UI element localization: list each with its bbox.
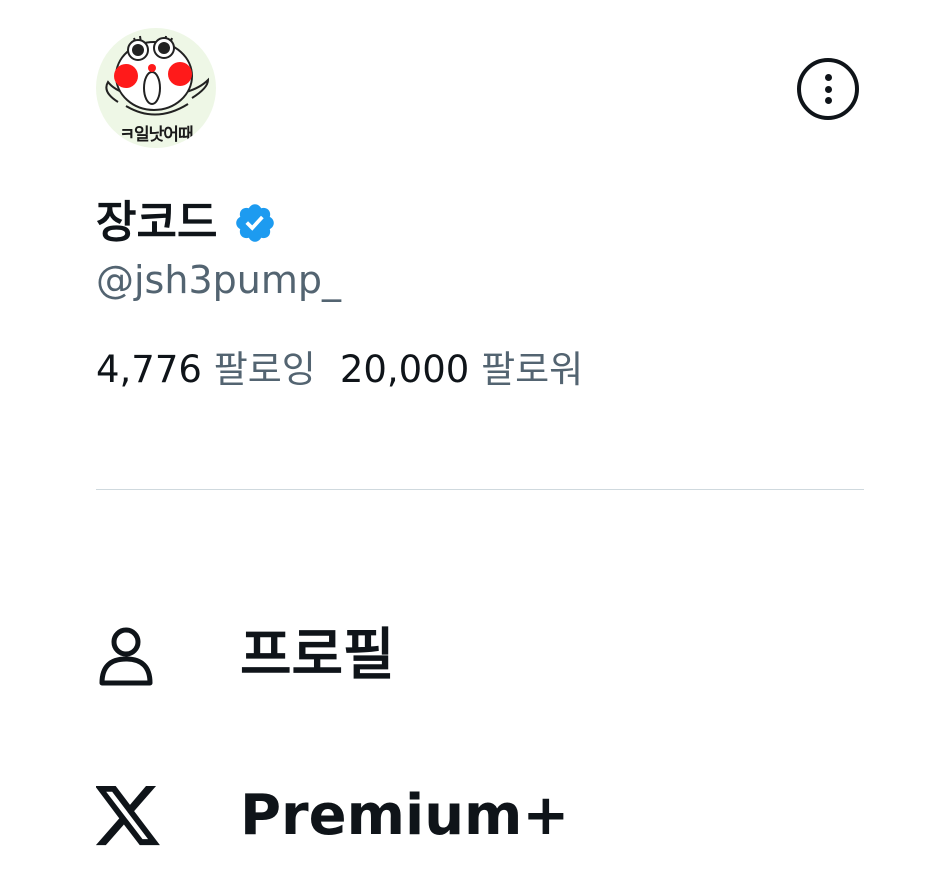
menu-item-profile-label: 프로필 [240, 623, 395, 688]
menu-item-profile[interactable]: 프로필 [96, 620, 395, 692]
following-link[interactable]: 4,776 팔로잉 [96, 348, 316, 391]
person-icon [96, 620, 168, 692]
menu-item-premium[interactable]: Premium+ [96, 780, 569, 852]
followers-link[interactable]: 20,000 팔로워 [340, 348, 583, 391]
user-handle: @jsh3pump_ [96, 258, 341, 302]
avatar[interactable]: ㅋ일낫어때 [96, 28, 216, 148]
following-count: 4,776 [96, 348, 202, 391]
display-name-row: 장코드 [96, 192, 277, 254]
followers-count: 20,000 [339, 348, 470, 391]
more-options-icon [825, 74, 832, 81]
x-logo-icon [96, 780, 168, 852]
verified-badge-icon[interactable] [233, 201, 277, 245]
following-label: 팔로잉 [213, 348, 316, 391]
menu-item-premium-label: Premium+ [240, 783, 570, 848]
more-options-button[interactable] [797, 58, 859, 120]
section-divider [96, 489, 864, 490]
more-options-icon-dot [825, 97, 832, 104]
follow-stats: 4,776 팔로잉 20,000 팔로워 [96, 348, 583, 392]
more-options-icon-dot [825, 85, 832, 93]
display-name: 장코드 [96, 197, 218, 248]
avatar-caption: ㅋ일낫어때 [119, 125, 193, 145]
followers-label: 팔로워 [481, 348, 584, 391]
